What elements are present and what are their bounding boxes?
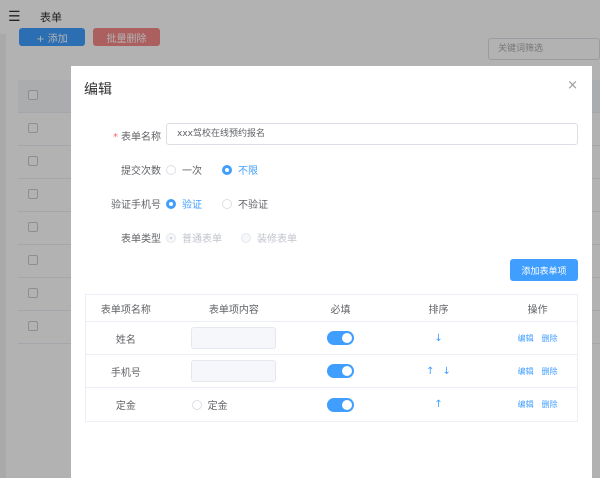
delete-link[interactable]: 删除 bbox=[542, 366, 558, 377]
item-name: 定金 bbox=[115, 401, 136, 412]
item-content-input[interactable] bbox=[191, 360, 277, 382]
table-row: 定金 定金 ↑ 编辑 删除 bbox=[86, 388, 577, 421]
radio-unlimited[interactable]: 不限 bbox=[222, 162, 258, 177]
table-header: 表单项名称 表单项内容 必填 排序 操作 bbox=[86, 295, 577, 322]
item-name: 手机号 bbox=[110, 367, 141, 379]
arrow-up-icon[interactable]: ↑ bbox=[426, 366, 434, 377]
col-header: 表单项名称 bbox=[100, 304, 151, 316]
radio-normal-form: 普通表单 bbox=[166, 230, 222, 245]
table-row: 手机号 ↑ ↓ 编辑 删除 bbox=[86, 355, 577, 388]
required-toggle[interactable] bbox=[326, 331, 354, 345]
submit-count-label: 提交次数 bbox=[121, 166, 161, 177]
arrow-up-icon[interactable]: ↑ bbox=[434, 399, 442, 410]
edit-link[interactable]: 编辑 bbox=[518, 333, 534, 344]
arrow-down-icon[interactable]: ↓ bbox=[434, 333, 442, 344]
delete-link[interactable]: 删除 bbox=[542, 333, 558, 344]
arrow-down-icon[interactable]: ↓ bbox=[443, 366, 451, 377]
col-header: 操作 bbox=[527, 304, 548, 316]
delete-link[interactable]: 删除 bbox=[542, 399, 558, 410]
add-form-item-button[interactable]: 添加表单项 bbox=[510, 259, 578, 281]
table-row: 姓名 ↓ 编辑 删除 bbox=[86, 322, 577, 355]
deposit-radio[interactable]: 定金 bbox=[191, 397, 228, 412]
col-header: 必填 bbox=[330, 304, 351, 316]
form-name-input[interactable]: xxx驾校在线预约报名 bbox=[166, 123, 578, 145]
required-toggle[interactable] bbox=[326, 364, 354, 378]
dialog-title: 编辑 bbox=[84, 82, 112, 98]
required-toggle[interactable] bbox=[327, 397, 355, 412]
edit-link[interactable]: 编辑 bbox=[518, 366, 534, 377]
form-name-label: * 表单名称 bbox=[113, 132, 161, 143]
col-header: 排序 bbox=[428, 304, 449, 316]
radio-decor-form: 装修表单 bbox=[241, 230, 297, 245]
item-content-input[interactable] bbox=[191, 327, 277, 349]
edit-link[interactable]: 编辑 bbox=[518, 399, 534, 410]
col-header: 表单项内容 bbox=[208, 304, 259, 316]
edit-dialog: 编辑 × * 表单名称 xxx驾校在线预约报名 提交次数 一次 不限 验证手机号 … bbox=[71, 66, 592, 478]
item-name: 姓名 bbox=[115, 334, 136, 346]
verify-phone-label: 验证手机号 bbox=[111, 200, 161, 211]
form-items-table: 表单项名称 表单项内容 必填 排序 操作 姓名 ↓ 编辑 删除 手机号 ↑ ↓ 编辑… bbox=[85, 294, 578, 422]
radio-once[interactable]: 一次 bbox=[166, 162, 202, 177]
form-type-label: 表单类型 bbox=[121, 234, 161, 245]
radio-no-verify[interactable]: 不验证 bbox=[222, 196, 268, 211]
radio-verify[interactable]: 验证 bbox=[166, 196, 202, 211]
close-icon[interactable]: × bbox=[567, 78, 578, 93]
